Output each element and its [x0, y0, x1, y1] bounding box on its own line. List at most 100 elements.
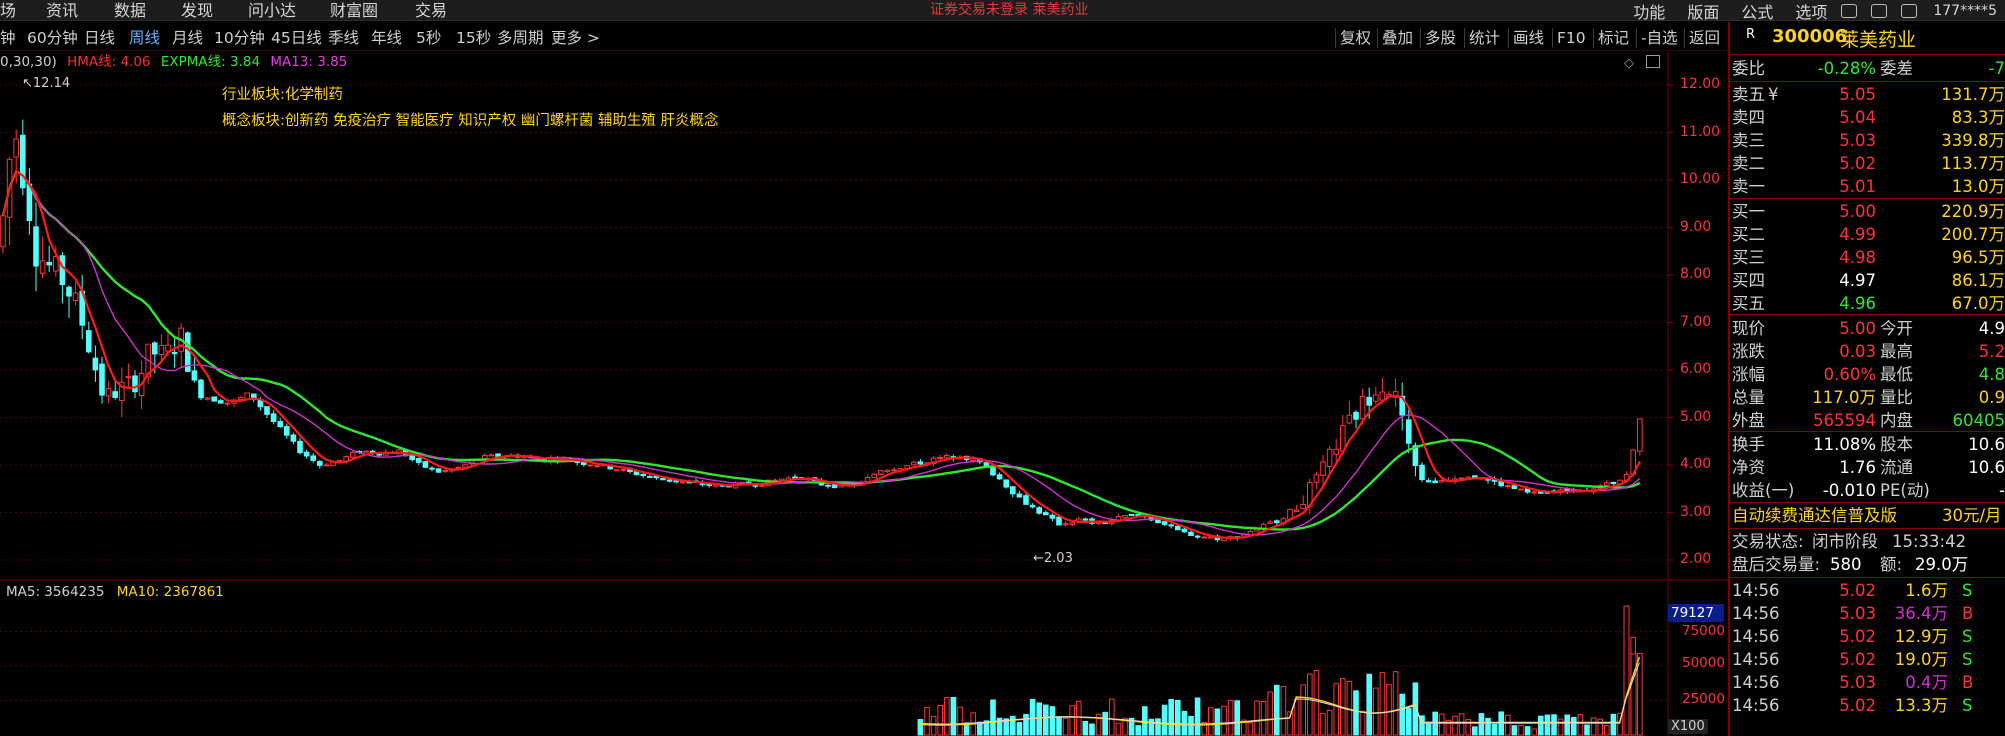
candle-down — [429, 467, 435, 470]
quote-value-2: 60405 — [1952, 411, 2005, 430]
weicha-label: 委差 — [1880, 59, 1913, 78]
buy-row[interactable]: 买一 5.00 220.9万 — [1730, 200, 2005, 223]
candle-down — [666, 479, 673, 482]
volume-bar-up — [1300, 684, 1307, 736]
sell-row[interactable]: 卖一 5.01 13.0万 — [1730, 175, 2005, 198]
quote-row[interactable]: 现价 5.00 今开 4.9 — [1730, 317, 2005, 340]
quote-value-2: 4.8 — [1978, 365, 2005, 384]
volume-bar-down — [917, 719, 924, 736]
candle-down — [1155, 519, 1161, 524]
volume-bar-up — [1630, 653, 1637, 736]
volume-bars — [917, 605, 1643, 736]
volume-bar-down — [1425, 721, 1432, 736]
fund-row[interactable]: 收益(一) -0.010 PE(动) - — [1730, 479, 2005, 502]
volume-bar-up — [1293, 699, 1300, 736]
candle-up — [1505, 485, 1511, 488]
user-account[interactable]: 177****5 — [1933, 3, 1997, 19]
volume-bar-down — [1274, 684, 1280, 736]
tick-price: 5.02 — [1839, 696, 1876, 715]
volume-bar-down — [1175, 699, 1181, 736]
volume-bar-down — [1571, 717, 1577, 736]
candle-down — [1425, 480, 1432, 483]
buy-price: 4.99 — [1839, 225, 1876, 244]
candle-up — [455, 466, 462, 469]
tick-price: 5.03 — [1839, 604, 1876, 623]
quote-row[interactable]: 外盘 565594 内盘 60405 — [1730, 409, 2005, 432]
window-icon[interactable] — [1871, 4, 1888, 18]
candle-down — [1432, 480, 1439, 484]
indicator-lines — [1, 169, 1641, 726]
sell-row[interactable]: 卖四 5.04 83.3万 — [1730, 106, 2005, 129]
fund-row[interactable]: 净资 1.76 流通 10.6 — [1730, 456, 2005, 479]
kline-chart[interactable] — [0, 0, 1728, 736]
buy-row[interactable]: 买四 4.97 86.1万 — [1730, 269, 2005, 292]
candle-up — [1300, 504, 1307, 510]
sell-level-mark: ¥ — [1768, 85, 1779, 104]
after-hours-volume: 580 — [1830, 555, 1862, 574]
volume-bar-up — [1326, 709, 1333, 736]
alert-icon[interactable] — [1841, 4, 1858, 18]
menu-options[interactable]: 选项 — [1795, 0, 1827, 23]
buy-row[interactable]: 买五 4.96 67.0万 — [1730, 292, 2005, 315]
buy-price: 4.96 — [1839, 294, 1876, 313]
tick-row[interactable]: 14:56 5.02 12.9万 S — [1730, 625, 2005, 648]
volume-bar-up — [1373, 687, 1379, 736]
fund-value-2: - — [1999, 481, 2005, 500]
fund-label: 收益(一) — [1732, 481, 1795, 500]
tick-row[interactable]: 14:56 5.02 19.0万 S — [1730, 648, 2005, 671]
quote-row[interactable]: 总量 117.0万 量比 0.9 — [1730, 386, 2005, 409]
candle-down — [303, 451, 310, 457]
tick-side: S — [1962, 627, 1973, 646]
volume-bar-up — [1260, 700, 1267, 736]
tick-row[interactable]: 14:56 5.02 13.3万 S — [1730, 694, 2005, 717]
tick-row[interactable]: 14:56 5.03 36.4万 B — [1730, 602, 2005, 625]
candle-up — [759, 484, 765, 487]
price-tick-label: 8.00 — [1680, 266, 1712, 282]
quote-row[interactable]: 涨跌 0.03 最高 5.2 — [1730, 340, 2005, 363]
fund-value-2: 10.6 — [1968, 458, 2005, 477]
tick-row[interactable]: 14:56 5.02 1.6万 S — [1730, 579, 2005, 602]
sell-row[interactable]: 卖三 5.03 339.8万 — [1730, 129, 2005, 152]
tick-volume: 12.9万 — [1894, 627, 1948, 646]
volume-bar-down — [1135, 725, 1142, 736]
buy-row[interactable]: 买三 4.98 96.5万 — [1730, 246, 2005, 269]
stock-code[interactable]: 300006 — [1772, 26, 1847, 47]
sell-row[interactable]: 卖五 ¥5.05 131.7万 — [1730, 83, 2005, 106]
volume-bar-down — [1491, 724, 1498, 736]
candle-up — [224, 402, 231, 405]
sell-row[interactable]: 卖二 5.02 113.7万 — [1730, 152, 2005, 175]
mail-icon[interactable] — [1901, 4, 1918, 18]
weibi-label: 委比 — [1732, 59, 1765, 78]
tick-time: 14:56 — [1732, 650, 1780, 669]
buy-row[interactable]: 买二 4.99 200.7万 — [1730, 223, 2005, 246]
volume-bar-up — [1452, 715, 1458, 736]
volume-tick-50000: 50000 — [1682, 655, 1725, 671]
tick-row[interactable]: 14:56 5.03 0.4万 B — [1730, 671, 2005, 694]
sell-level-label: 卖三 — [1732, 131, 1765, 150]
fund-row[interactable]: 换手 11.08% 股本 10.6 — [1730, 433, 2005, 456]
diamond-icon[interactable]: ◇ — [1624, 56, 1634, 71]
promo-ad[interactable]: 自动续费通达信普及版 30元/月 — [1730, 504, 2005, 527]
promo-price[interactable]: 30元/月 — [1942, 504, 2002, 527]
candle-down — [317, 460, 323, 466]
candle-down — [1036, 507, 1043, 514]
quote-row[interactable]: 涨幅 0.60% 最低 4.8 — [1730, 363, 2005, 386]
candle-down — [191, 370, 198, 381]
fund-value: 11.08% — [1813, 435, 1876, 454]
promo-text[interactable]: 自动续费通达信普及版 — [1732, 504, 1897, 527]
panel-toggle-icon[interactable] — [1646, 55, 1660, 68]
tick-volume: 36.4万 — [1894, 604, 1948, 623]
volume-bar-down — [1188, 715, 1194, 736]
price-tick-label: 7.00 — [1680, 313, 1712, 330]
menu-formula[interactable]: 公式 — [1741, 0, 1773, 23]
volume-bar-up — [1307, 673, 1313, 736]
candle-down — [1029, 504, 1036, 508]
volume-bar-down — [1544, 714, 1551, 736]
price-tick-label: 3.00 — [1680, 503, 1712, 520]
volume-bar-down — [1082, 721, 1089, 736]
candle-up — [1122, 514, 1128, 519]
stock-name[interactable]: 莱美药业 — [1840, 25, 1916, 52]
candle-up — [158, 345, 165, 356]
volume-bar-down — [1478, 713, 1485, 736]
tick-volume: 19.0万 — [1894, 650, 1948, 669]
